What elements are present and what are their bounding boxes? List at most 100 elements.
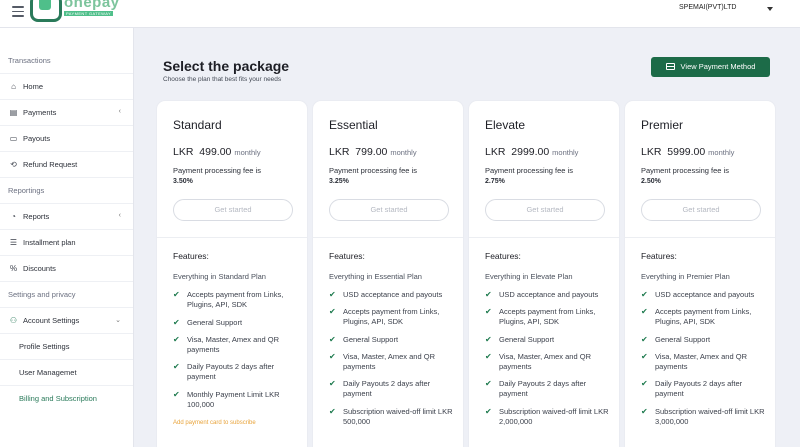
get-started-button[interactable]: Get started [329, 199, 449, 221]
sidebar-item-account-settings[interactable]: ⚇ Account Settings ⌄ [0, 308, 133, 334]
check-icon: ✔ [329, 351, 336, 361]
sidebar-item-label: Reports [23, 212, 50, 221]
plan-name: Essential [329, 118, 378, 132]
chevron-down-icon[interactable] [767, 7, 773, 11]
price-period: monthly [390, 148, 417, 157]
view-payment-method-label: View Payment Method [680, 62, 756, 71]
divider [0, 385, 133, 386]
fee-value: 3.25% [329, 177, 349, 185]
subscribe-note[interactable]: Add payment card to subscribe [173, 420, 256, 426]
feature-text: Accepts payment from Links, Plugins, API… [499, 307, 596, 326]
currency: LKR [173, 146, 194, 158]
fee-label: Payment processing fee is [485, 166, 573, 175]
chevron-left-icon: ‹ [118, 212, 121, 219]
check-icon: ✔ [641, 334, 648, 344]
feature-text: Accepts payment from Links, Plugins, API… [343, 307, 440, 326]
check-icon: ✔ [329, 379, 336, 388]
sidebar-item-payouts[interactable]: ▭ Payouts [0, 126, 133, 152]
feature-text: General Support [655, 334, 711, 344]
sidebar-item-home[interactable]: ⌂ Home [0, 74, 133, 100]
check-icon: ✔ [485, 290, 492, 299]
chevron-down-icon: ⌄ [115, 317, 121, 324]
menu-icon[interactable] [12, 6, 24, 17]
currency: LKR [641, 146, 662, 158]
feature-text: Subscription waived-off limit LKR 2,000,… [499, 406, 609, 426]
sidebar-section-reportings: Reportings [8, 186, 45, 195]
feature-text: General Support [343, 334, 399, 344]
plan-price: LKR 2999.00 monthly [485, 146, 578, 158]
sidebar-item-discounts[interactable]: % Discounts [0, 256, 133, 282]
features-includes: Everything in Standard Plan [173, 272, 266, 281]
chevron-left-icon: ‹ [118, 108, 121, 115]
check-icon: ✔ [485, 406, 492, 416]
list-icon: ☰ [9, 238, 18, 247]
user-group-icon: ⚇ [9, 316, 18, 325]
sidebar-item-label: Refund Request [23, 160, 78, 169]
sidebar-item-label: Installment plan [23, 238, 76, 247]
sidebar-section-transactions: Transactions [8, 56, 51, 65]
refund-icon: ⟲ [10, 160, 17, 169]
feature-text: Accepts payment from Links, Plugins, API… [187, 290, 284, 309]
logo[interactable]: onepay PAYMENT GATEWAY [30, 0, 150, 24]
processing-fee: Payment processing fee is 3.25% [329, 166, 454, 186]
plan-name: Premier [641, 118, 684, 132]
sidebar-item-reports[interactable]: ◔ Reports ‹ [0, 204, 133, 230]
feature-text: Visa, Master, Amex and QR payments [499, 351, 591, 371]
feature-text: USD acceptance and payouts [343, 290, 443, 299]
card-icon [665, 63, 675, 70]
feature-text: Daily Payouts 2 days after payment [343, 379, 431, 398]
plan-card-standard: Standard LKR 499.00 monthly Payment proces… [157, 101, 307, 447]
check-icon: ✔ [485, 379, 492, 388]
sidebar-item-label: Payouts [23, 134, 51, 143]
sidebar-subitem-billing[interactable]: Billing and Subscription [19, 394, 97, 403]
company-name[interactable]: SPEMAI(PVT)LTD [679, 4, 736, 11]
plan-price: LKR 499.00 monthly [173, 146, 261, 158]
sidebar-item-refund-request[interactable]: ⟲ Refund Request [0, 152, 133, 178]
check-icon: ✔ [329, 290, 336, 299]
get-started-button[interactable]: Get started [641, 199, 761, 221]
page-title: Select the package [163, 58, 290, 74]
sidebar-subitem-profile-settings[interactable]: Profile Settings [19, 342, 69, 351]
sidebar-item-label: Account Settings [23, 316, 80, 325]
logo-subtext: PAYMENT GATEWAY [64, 11, 114, 16]
view-payment-method-button[interactable]: View Payment Method [651, 57, 770, 77]
check-icon: ✔ [173, 334, 180, 344]
sidebar: Transactions ⌂ Home ▤ Payments ‹ ▭ Payou… [0, 28, 134, 447]
feature-text: Visa, Master, Amex and QR payments [343, 351, 435, 371]
check-icon: ✔ [641, 351, 648, 361]
sidebar-item-installment-plan[interactable]: ☰ Installment plan [0, 230, 133, 256]
check-icon: ✔ [485, 351, 492, 361]
divider [157, 237, 307, 238]
fee-value: 2.50% [641, 177, 661, 185]
sidebar-item-payments[interactable]: ▤ Payments ‹ [0, 100, 133, 126]
plan-name: Standard [173, 118, 222, 132]
divider [313, 237, 463, 238]
features-includes: Everything in Premier Plan [641, 272, 730, 281]
price-period: monthly [234, 148, 261, 157]
fee-value: 3.50% [173, 177, 193, 185]
feature-text: Daily Payouts 2 days after payment [655, 379, 743, 398]
sidebar-subitem-user-management[interactable]: User Managemet [19, 368, 77, 377]
divider [469, 237, 619, 238]
get-started-button[interactable]: Get started [485, 199, 605, 221]
fee-label: Payment processing fee is [173, 166, 261, 175]
get-started-button[interactable]: Get started [173, 199, 293, 221]
price-value: 5999.00 [667, 146, 706, 158]
check-icon: ✔ [641, 290, 648, 299]
plan-card-elevate: Elevate LKR 2999.00 monthly Payment proces… [469, 101, 619, 447]
currency: LKR [485, 146, 506, 158]
reports-icon: ◔ [11, 212, 16, 221]
sidebar-section-settings: Settings and privacy [8, 290, 76, 299]
price-value: 799.00 [355, 146, 388, 158]
feature-text: Daily Payouts 2 days after payment [499, 379, 587, 398]
features-includes: Everything in Elevate Plan [485, 272, 573, 281]
check-icon: ✔ [329, 307, 336, 316]
check-icon: ✔ [329, 406, 336, 416]
check-icon: ✔ [641, 406, 648, 416]
plan-price: LKR 799.00 monthly [329, 146, 417, 158]
plan-card-essential: Essential LKR 799.00 monthly Payment proce… [313, 101, 463, 447]
percent-icon: % [9, 264, 18, 273]
feature-text: Visa, Master, Amex and QR payments [187, 334, 279, 354]
processing-fee: Payment processing fee is 2.50% [641, 166, 766, 186]
payouts-icon: ▭ [9, 134, 18, 143]
